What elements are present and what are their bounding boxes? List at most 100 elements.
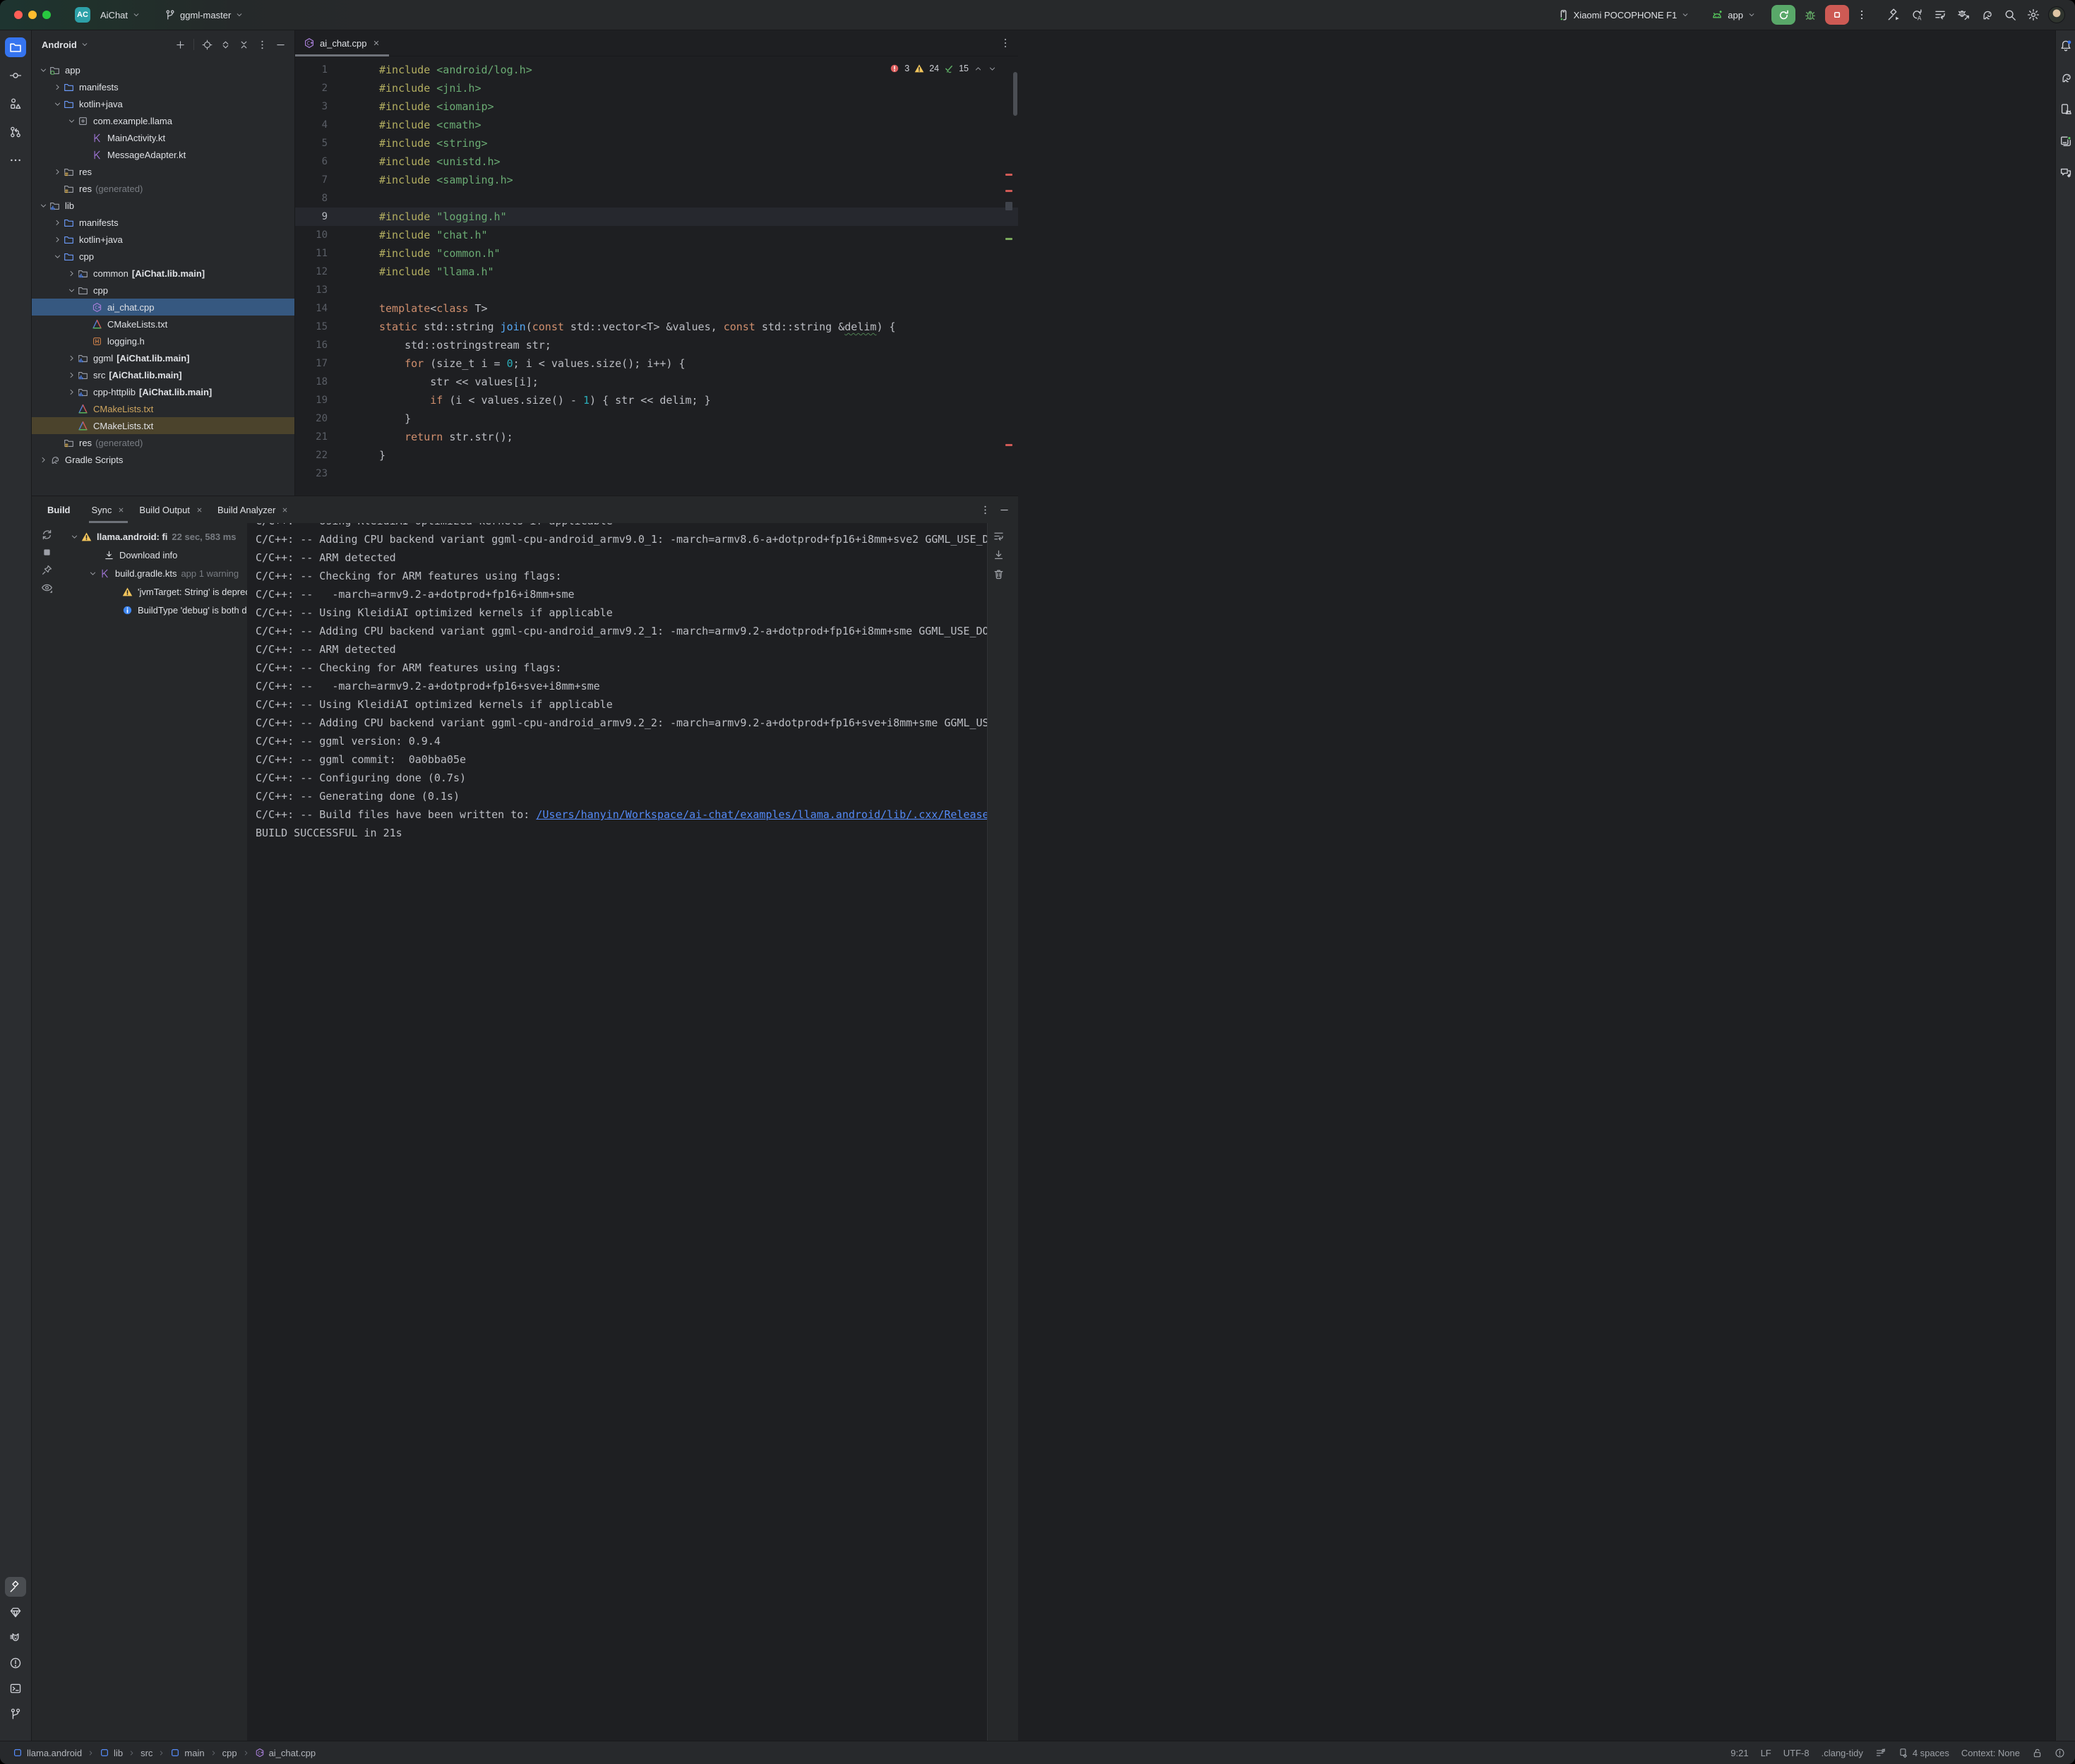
tool-app-quality-insights[interactable] xyxy=(5,1602,26,1622)
chevron-right-icon[interactable] xyxy=(66,269,77,278)
tool-logcat[interactable] xyxy=(5,1628,26,1648)
profiler-icon[interactable] xyxy=(1934,8,1947,21)
breadcrumb-lib[interactable]: lib xyxy=(100,1748,123,1758)
tree-item-ggml[interactable]: ggml[AiChat.lib.main] xyxy=(32,349,294,366)
build-tree-item[interactable]: build.gradle.ktsapp 1 warning xyxy=(59,564,247,582)
tree-item-gradle-scripts[interactable]: Gradle Scripts xyxy=(32,451,294,468)
chevron-right-icon[interactable] xyxy=(52,235,63,244)
build-tree-item[interactable]: Download info xyxy=(59,546,247,564)
tree-item-cmakelists-txt[interactable]: CMakeLists.txt xyxy=(32,316,294,332)
tool-device-manager[interactable] xyxy=(2057,101,2074,118)
tree-item-manifests[interactable]: manifests xyxy=(32,78,294,95)
code-style[interactable]: .clang-tidy xyxy=(1822,1748,1863,1758)
build-tree-item[interactable]: BuildType 'debug' is both de xyxy=(59,601,247,619)
close-tab-icon[interactable] xyxy=(281,506,289,514)
tree-item-src[interactable]: src[AiChat.lib.main] xyxy=(32,366,294,383)
chevron-down-icon[interactable] xyxy=(66,116,77,126)
error-widget[interactable] xyxy=(2055,1748,2065,1758)
apply-changes-icon[interactable]: A xyxy=(1910,8,1923,21)
branch-selector[interactable]: ggml-master xyxy=(160,6,248,23)
tool-commit[interactable] xyxy=(5,66,26,85)
line-separator[interactable]: LF xyxy=(1761,1748,1771,1758)
chevron-down-icon[interactable] xyxy=(52,252,63,261)
close-tab-icon[interactable] xyxy=(372,39,381,47)
breadcrumb-src[interactable]: src xyxy=(140,1748,153,1758)
chevron-right-icon[interactable] xyxy=(66,354,77,363)
next-problem-icon[interactable] xyxy=(988,64,997,73)
add-icon[interactable] xyxy=(175,40,186,50)
hide-panel-icon[interactable] xyxy=(275,40,286,50)
tree-item-common[interactable]: common[AiChat.lib.main] xyxy=(32,265,294,282)
tree-item-cpp[interactable]: cpp xyxy=(32,282,294,299)
chevron-down-icon[interactable] xyxy=(52,100,63,109)
chevron-right-icon[interactable] xyxy=(52,83,63,92)
zoom-window-button[interactable] xyxy=(42,11,51,19)
tree-item-ai-chat-cpp[interactable]: Cai_chat.cpp xyxy=(32,299,294,316)
tool-project[interactable] xyxy=(5,37,26,57)
tree-item-cpp[interactable]: cpp xyxy=(32,248,294,265)
tool-structure[interactable] xyxy=(5,94,26,114)
indent-widget[interactable]: 4 spaces xyxy=(1898,1748,1949,1758)
chevron-down-icon[interactable] xyxy=(68,532,80,541)
editor-options-icon[interactable] xyxy=(1000,37,1011,49)
expand-all-icon[interactable] xyxy=(220,40,231,50)
chevron-down-icon[interactable] xyxy=(66,286,77,295)
build-output-link[interactable]: /Users/hanyin/Workspace/ai-chat/examples… xyxy=(536,808,988,821)
tool-gemini[interactable] xyxy=(2057,164,2074,181)
build-filter-icon[interactable] xyxy=(41,582,53,594)
code-editor[interactable]: 1#include <android/log.h>2#include <jni.… xyxy=(295,56,1018,496)
tree-item-kotlin-java[interactable]: kotlin+java xyxy=(32,95,294,112)
tool-terminal[interactable] xyxy=(5,1679,26,1698)
collapse-all-icon[interactable] xyxy=(239,40,249,50)
rerun-build-icon[interactable] xyxy=(41,529,53,541)
caret-position[interactable]: 9:21 xyxy=(1730,1748,1748,1758)
chevron-right-icon[interactable] xyxy=(66,371,77,380)
tree-item-cmakelists-txt[interactable]: CMakeLists.txt xyxy=(32,417,294,434)
chevron-down-icon[interactable] xyxy=(37,201,49,210)
stop-app-button[interactable] xyxy=(1825,5,1849,25)
context-widget[interactable]: Context: None xyxy=(1961,1748,2020,1758)
clear-console-icon[interactable] xyxy=(993,568,1005,580)
search-everywhere-icon[interactable] xyxy=(2004,8,2016,21)
project-view-selector[interactable]: Android xyxy=(42,40,89,50)
chevron-right-icon[interactable] xyxy=(66,388,77,397)
locate-file-icon[interactable] xyxy=(202,40,213,50)
chevron-down-icon[interactable] xyxy=(87,569,98,578)
run-config-selector[interactable]: app xyxy=(1706,6,1760,24)
scroll-to-end-icon[interactable] xyxy=(993,549,1005,561)
stop-build-icon[interactable] xyxy=(41,546,53,558)
attach-debugger-icon[interactable] xyxy=(1957,8,1970,21)
tool-version-control[interactable] xyxy=(5,1704,26,1724)
build-tree-item[interactable]: llama.android: fi22 sec, 583 ms xyxy=(59,527,247,546)
settings-icon[interactable] xyxy=(2027,8,2040,21)
lock-widget[interactable] xyxy=(2032,1748,2043,1758)
tool-problems[interactable] xyxy=(5,1653,26,1673)
soft-wrap-icon[interactable] xyxy=(993,530,1005,542)
tool-notifications[interactable] xyxy=(2057,37,2074,54)
tree-item-mainactivity-kt[interactable]: MainActivity.kt xyxy=(32,129,294,146)
tree-item-cpp-httplib[interactable]: cpp-httplib[AiChat.lib.main] xyxy=(32,383,294,400)
tool-more[interactable] xyxy=(5,150,26,170)
tool-gradle[interactable] xyxy=(2057,69,2074,86)
editor-scrollbar[interactable] xyxy=(1013,72,1017,116)
tree-item-res[interactable]: res(generated) xyxy=(32,434,294,451)
project-selector[interactable]: AiChat xyxy=(96,7,145,23)
tree-item-manifests[interactable]: manifests xyxy=(32,214,294,231)
formatter-widget[interactable] xyxy=(1875,1748,1886,1758)
user-avatar[interactable] xyxy=(2048,6,2065,23)
chevron-right-icon[interactable] xyxy=(52,218,63,227)
sync-gradle-icon[interactable] xyxy=(1980,8,1993,21)
editor-tab-ai-chat-cpp[interactable]: C ai_chat.cpp xyxy=(295,30,389,56)
close-tab-icon[interactable] xyxy=(117,506,125,514)
minimize-window-button[interactable] xyxy=(28,11,37,19)
tree-item-kotlin-java[interactable]: kotlin+java xyxy=(32,231,294,248)
panel-options-icon[interactable] xyxy=(257,40,268,50)
chevron-right-icon[interactable] xyxy=(37,455,49,464)
editor-area[interactable]: C ai_chat.cpp 1#include <android/log.h>2… xyxy=(295,30,1018,496)
build-tab-sync[interactable]: Sync xyxy=(85,496,133,523)
chevron-down-icon[interactable] xyxy=(37,66,49,75)
pin-tab-icon[interactable] xyxy=(41,564,53,576)
build-options-icon[interactable] xyxy=(980,505,991,515)
hide-build-panel-icon[interactable] xyxy=(999,505,1010,515)
tool-pull-requests[interactable] xyxy=(5,122,26,142)
